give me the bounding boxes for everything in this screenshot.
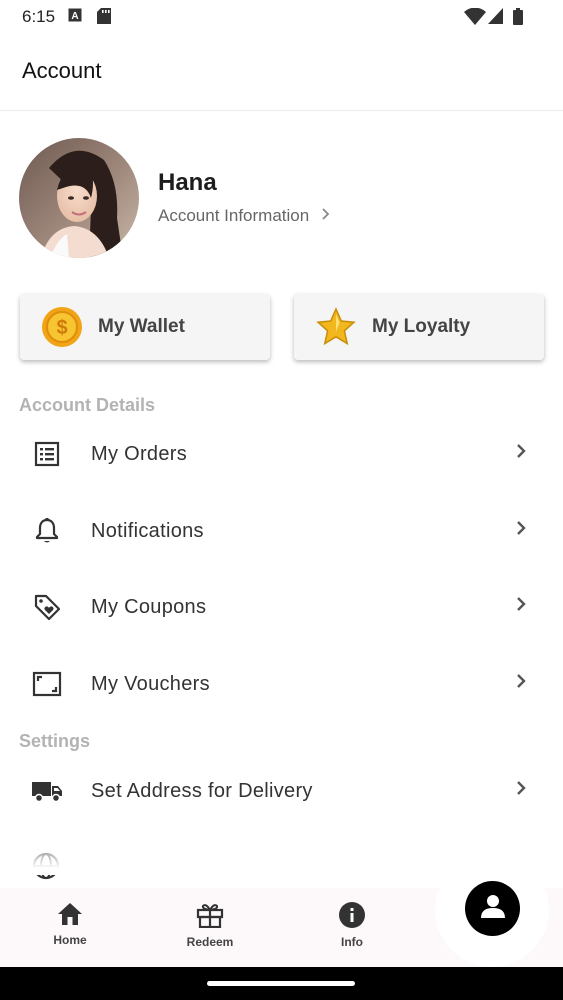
chevron-right-icon xyxy=(321,207,331,226)
wifi-icon xyxy=(464,7,486,30)
nav-redeem-label: Redeem xyxy=(186,935,234,949)
battery-icon xyxy=(513,8,523,30)
list-item-my-orders[interactable]: My Orders xyxy=(0,424,563,484)
chevron-right-icon xyxy=(515,672,527,695)
list-item-my-coupons[interactable]: My Coupons xyxy=(0,577,563,637)
avatar[interactable] xyxy=(19,138,139,258)
coin-icon: $ xyxy=(40,305,84,349)
tag-heart-icon xyxy=(30,590,64,624)
status-time: 6:15 xyxy=(22,7,56,26)
list-item-label: My Vouchers xyxy=(91,672,210,695)
cell-signal-icon xyxy=(488,8,503,29)
account-information-link[interactable]: Account Information xyxy=(158,204,331,228)
star-icon xyxy=(314,305,358,349)
gift-icon xyxy=(196,902,224,933)
list-item-label: Notifications xyxy=(91,519,204,542)
bell-icon xyxy=(30,514,64,548)
list-item-label: My Coupons xyxy=(91,595,207,618)
chevron-right-icon xyxy=(515,442,527,465)
my-loyalty-label: My Loyalty xyxy=(372,316,471,337)
list-item-notifications[interactable]: Notifications xyxy=(0,501,563,561)
system-navigation-bar xyxy=(0,967,563,1000)
list-icon xyxy=(30,437,64,471)
app-header: Account xyxy=(0,34,563,111)
section-title-settings: Settings xyxy=(19,731,91,751)
nav-home-label: Home xyxy=(53,933,87,947)
my-wallet-card[interactable]: $ My Wallet xyxy=(20,294,270,360)
status-bar: 6:15 A xyxy=(0,0,563,34)
truck-icon xyxy=(30,774,64,808)
chevron-right-icon xyxy=(515,595,527,618)
person-icon xyxy=(480,893,506,924)
my-loyalty-card[interactable]: My Loyalty xyxy=(294,294,544,360)
svg-text:A: A xyxy=(71,11,78,22)
list-item-label: My Orders xyxy=(91,442,188,465)
list-item-my-vouchers[interactable]: My Vouchers xyxy=(0,654,563,714)
section-title-account-details: Account Details xyxy=(19,395,156,415)
list-item-label: Set Address for Delivery xyxy=(91,779,313,802)
nav-info[interactable]: Info xyxy=(312,902,392,949)
my-wallet-label: My Wallet xyxy=(98,316,185,337)
page-title: Account xyxy=(22,58,102,83)
chevron-right-icon xyxy=(515,519,527,542)
nav-redeem[interactable]: Redeem xyxy=(170,902,250,949)
svg-text:$: $ xyxy=(56,317,67,339)
nav-home[interactable]: Home xyxy=(30,902,110,947)
list-item-set-address[interactable]: Set Address for Delivery xyxy=(0,761,563,821)
voucher-icon xyxy=(30,667,64,701)
chevron-right-icon xyxy=(515,779,527,802)
info-icon xyxy=(339,902,365,933)
home-icon xyxy=(57,902,83,931)
home-indicator[interactable] xyxy=(207,981,355,986)
profile-name: Hana xyxy=(158,169,217,196)
nav-info-label: Info xyxy=(341,935,363,949)
keyboard-indicator-icon: A xyxy=(68,8,82,27)
sd-card-icon xyxy=(97,8,111,29)
account-information-label: Account Information xyxy=(158,206,310,225)
account-fab-button[interactable] xyxy=(465,881,520,936)
